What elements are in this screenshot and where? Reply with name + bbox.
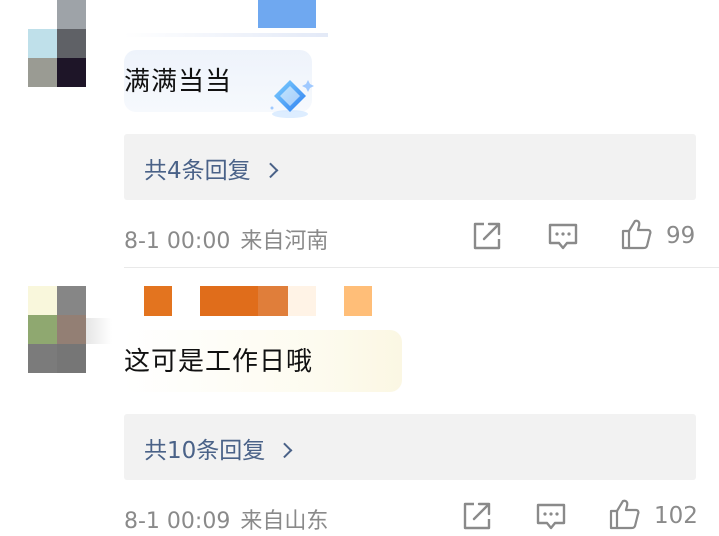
thumbs-up-icon[interactable] xyxy=(620,217,654,251)
likes-count: 102 xyxy=(654,503,698,529)
avatar[interactable] xyxy=(28,0,86,87)
share-icon[interactable] xyxy=(460,499,494,533)
username-redacted[interactable] xyxy=(258,0,316,28)
replies-box[interactable]: 共4条回复 xyxy=(124,134,696,200)
replies-box[interactable]: 共10条回复 xyxy=(124,414,696,480)
comment-text: 满满当当 xyxy=(124,67,233,97)
comment-icon[interactable] xyxy=(534,499,568,533)
view-replies-link[interactable]: 共10条回复 xyxy=(144,431,293,465)
avatar[interactable] xyxy=(28,286,86,373)
timestamp: 8-1 00:09 xyxy=(124,509,231,534)
diamond-sticker-icon xyxy=(270,80,314,118)
username-underline xyxy=(124,33,328,37)
comment-icon[interactable] xyxy=(546,219,580,253)
avatar-badge xyxy=(86,318,112,344)
comments-page: 满满当当 共4条回复 8-1 00:00 来自河南 99 这可是工作日哦 共10… xyxy=(0,0,719,536)
username-redacted[interactable] xyxy=(124,286,384,316)
location: 来自河南 xyxy=(240,229,329,254)
replies-label: 共4条回复 xyxy=(144,158,251,184)
chevron-right-icon xyxy=(277,442,293,459)
view-replies-link[interactable]: 共4条回复 xyxy=(144,151,279,185)
share-icon[interactable] xyxy=(470,219,504,253)
comment-meta: 8-1 00:00 来自河南 xyxy=(124,223,328,255)
likes-count: 99 xyxy=(666,223,696,249)
thumbs-up-icon[interactable] xyxy=(608,497,642,531)
divider xyxy=(124,267,719,268)
comment-meta: 8-1 00:09 来自山东 xyxy=(124,503,328,535)
replies-label: 共10条回复 xyxy=(144,438,266,464)
location: 来自山东 xyxy=(240,509,329,534)
chevron-right-icon xyxy=(262,162,279,179)
timestamp: 8-1 00:00 xyxy=(124,229,231,254)
comment-text: 这可是工作日哦 xyxy=(124,347,314,377)
